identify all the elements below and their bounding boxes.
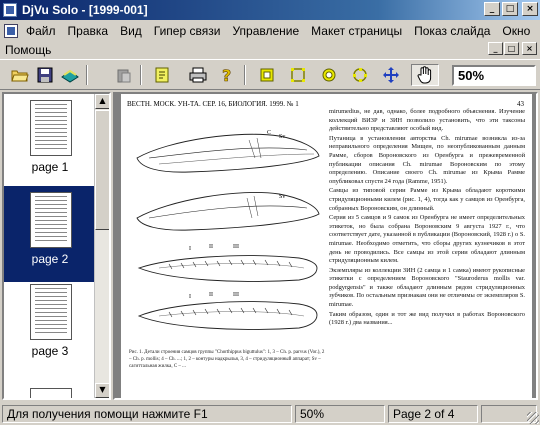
paragraph: Экземпляры из коллекции ЗИН (2 самца и 1… (329, 266, 525, 309)
menu-slideshow[interactable]: Показ слайда (408, 24, 496, 38)
document-window-icon[interactable] (4, 23, 18, 38)
doc-minimize-button[interactable]: _ (488, 42, 503, 55)
resize-grip-icon[interactable] (527, 412, 539, 424)
open-icon (10, 70, 29, 82)
select-rect-icon (260, 68, 273, 82)
menu-row: Файл Правка Вид Гипер связи Управление М… (0, 21, 540, 40)
svg-text:?: ? (222, 66, 231, 84)
script-icon (155, 67, 168, 83)
paragraph: Серия из 5 самцов и 9 самок из Оренбурга… (329, 214, 525, 265)
fig-label: II (209, 292, 213, 298)
menu-file[interactable]: Файл (20, 24, 62, 38)
paste-button[interactable] (112, 64, 135, 86)
move-button[interactable] (379, 64, 402, 86)
maximize-button[interactable]: □ (502, 2, 518, 16)
text-column: mirumedius, не дав, однако, более подроб… (329, 108, 525, 398)
scroll-down-icon[interactable]: ▼ (95, 383, 109, 398)
menu-hyperlinks[interactable]: Гипер связи (148, 24, 227, 38)
open-button[interactable] (8, 64, 31, 86)
thumbnail-image (30, 100, 72, 156)
paragraph: Самцы из типовой серии Рамме из Крыма об… (329, 187, 525, 212)
minimize-button[interactable]: _ (484, 2, 500, 16)
fig-label: Sv (279, 194, 285, 200)
scroll-up-icon[interactable]: ▲ (95, 94, 109, 109)
zoom-select-icon (352, 68, 367, 82)
doc-restore-button[interactable]: □ (504, 42, 519, 55)
menu-edit[interactable]: Правка (62, 24, 115, 38)
crop-rect-icon (290, 68, 305, 82)
script-button[interactable] (150, 64, 173, 86)
toolbar-separator (140, 65, 142, 85)
toolbar-separator (244, 65, 246, 85)
scan-icon (60, 69, 79, 83)
menu-bar: Файл Правка Вид Гипер связи Управление М… (0, 21, 540, 59)
help-icon: ? (221, 66, 231, 84)
select-circle-button[interactable] (317, 64, 340, 86)
menu-window[interactable]: Окно (496, 24, 536, 38)
doc-close-button[interactable]: × (522, 42, 537, 55)
thumbnail-label: page 2 (31, 252, 69, 266)
crop-rect-button[interactable] (286, 64, 309, 86)
thumbnail-page-4-partial[interactable] (30, 388, 72, 398)
menu-view[interactable]: Вид (114, 24, 148, 38)
thumbnail-page-1[interactable]: page 1 (4, 94, 96, 190)
select-rect-button[interactable] (255, 64, 278, 86)
menu-page-layout[interactable]: Макет страницы (305, 24, 408, 38)
thumbnail-page-3[interactable]: page 3 (4, 278, 96, 374)
close-button[interactable]: × (522, 2, 538, 16)
fig-label: I (189, 294, 191, 300)
page-number: 43 (517, 100, 524, 108)
thumbnails-pane: page 1 page 2 page 3 ▲ ▼ (2, 92, 111, 400)
status-zoom: 50% (295, 405, 385, 423)
save-button[interactable] (33, 64, 56, 86)
app-icon[interactable] (3, 3, 17, 17)
scrollbar-thumb[interactable] (95, 110, 109, 230)
app-window: DjVu Solo - [1999-001] _ □ × Файл Правка… (0, 0, 540, 425)
fig-label: I (189, 246, 191, 252)
toolbar-separator (86, 65, 88, 85)
paragraph: Путаница в установлении авторства Ch. mi… (329, 134, 525, 185)
thumbnail-image (30, 284, 72, 340)
menu-help[interactable]: Помощь (0, 43, 57, 57)
menu-row-2: Помощь _ □ × (0, 40, 540, 59)
title-bar[interactable]: DjVu Solo - [1999-001] _ □ × (0, 0, 540, 20)
window-title: DjVu Solo - [1999-001] (22, 3, 148, 17)
fig-label: C (267, 130, 271, 136)
thumbnails-scrollbar[interactable]: ▲ ▼ (94, 94, 109, 398)
hand-pan-button[interactable] (411, 64, 439, 86)
fig-label: II (209, 244, 213, 250)
document-page: ВЕСТН. МОСК. УН-ТА. СЕР. 16, БИОЛОГИЯ. 1… (121, 94, 532, 398)
fig-label: Sv (279, 134, 285, 140)
figure-caption: Рис. 1. Детали строения самцов группы "C… (129, 350, 325, 369)
mdi-buttons: _ □ × (488, 42, 537, 55)
print-button[interactable] (186, 64, 209, 86)
toolbar: ? 50% (0, 59, 540, 90)
thumbnail-image (30, 192, 72, 248)
status-help-text: Для получения помощи нажмите F1 (2, 405, 292, 423)
insect-wing-figure: C Sv Sv I II III I II III (136, 130, 320, 330)
paragraph: mirumedius, не дав, однако, более подроб… (329, 108, 525, 133)
help-button[interactable]: ? (215, 64, 238, 86)
document-view[interactable]: ВЕСТН. МОСК. УН-ТА. СЕР. 16, БИОЛОГИЯ. 1… (113, 92, 538, 400)
status-page-info: Page 2 of 4 (388, 405, 478, 423)
move-icon (382, 67, 399, 83)
paragraph: Таким образом, один и тот же вид получил… (329, 310, 525, 327)
status-bar: Для получения помощи нажмите F1 50% Page… (0, 403, 540, 425)
save-icon (37, 67, 52, 83)
thumbnail-page-2[interactable]: page 2 (4, 186, 96, 282)
fig-label: III (233, 244, 239, 250)
print-icon (189, 67, 206, 83)
paste-icon (117, 69, 130, 83)
zoom-select-button[interactable] (348, 64, 371, 86)
scan-button[interactable] (58, 64, 81, 86)
caption-buttons: _ □ × (484, 2, 538, 16)
journal-header: ВЕСТН. МОСК. УН-ТА. СЕР. 16, БИОЛОГИЯ. 1… (127, 100, 299, 108)
thumbnail-label: page 3 (31, 344, 69, 358)
hand-pan-icon (417, 66, 432, 84)
fig-label: III (233, 292, 239, 298)
zoom-input[interactable]: 50% (452, 65, 536, 86)
select-circle-icon (322, 68, 335, 82)
thumbnail-label: page 1 (31, 160, 69, 174)
menu-control[interactable]: Управление (226, 24, 305, 38)
